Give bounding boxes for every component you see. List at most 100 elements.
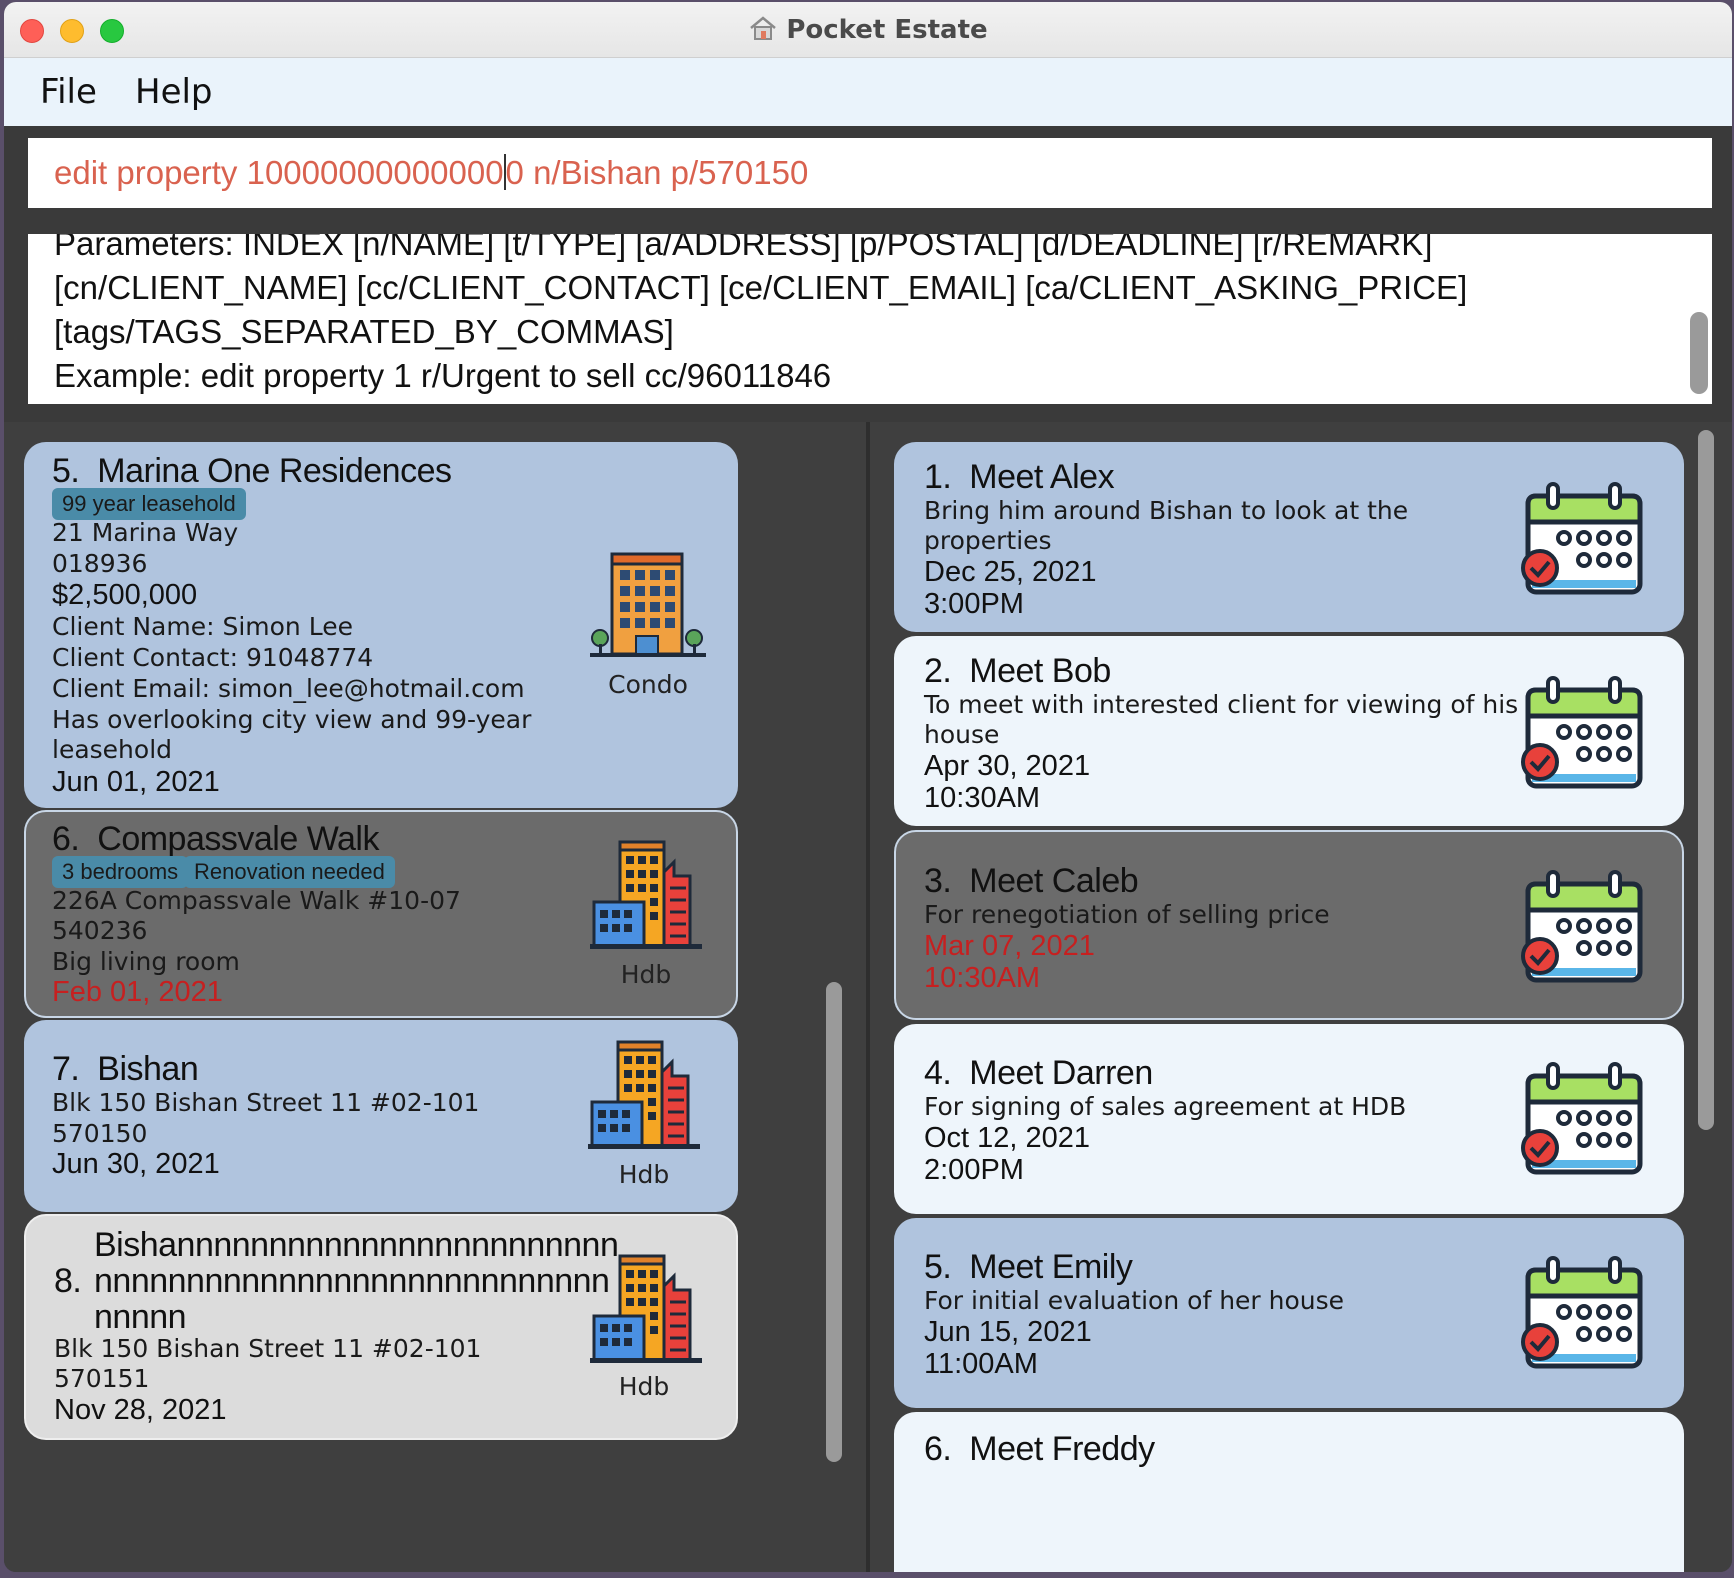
property-index: 8. [54, 1262, 82, 1300]
appointment-remark: To meet with interested client for viewi… [924, 690, 1519, 719]
window-title-text: Pocket Estate [786, 15, 988, 45]
appointment-name: Meet Freddy [969, 1430, 1155, 1468]
house-icon [750, 16, 777, 40]
property-list-panel: 5. Marina One Residences 99 year leaseho… [4, 422, 866, 1572]
appointment-date: Oct 12, 2021 [924, 1122, 1091, 1154]
appointment-card-selected[interactable]: 3. Meet Caleb For renegotiation of selli… [894, 830, 1684, 1020]
property-name: Compassvale Walk [97, 820, 379, 858]
appointment-remark: For signing of sales agreement at HDB [924, 1092, 1407, 1121]
property-name: Bishan [97, 1050, 199, 1088]
property-name: Marina One Residences [97, 452, 452, 490]
appointment-time: 2:00PM [924, 1154, 1024, 1186]
appointment-name: Meet Emily [969, 1248, 1133, 1286]
appointment-list-scrollbar[interactable] [1698, 430, 1714, 1130]
appointment-index: 6. [924, 1430, 952, 1468]
window-title: Pocket Estate [4, 15, 1732, 45]
appointment-name: Meet Darren [969, 1054, 1153, 1092]
command-text-after-caret: 0 n/Bishan p/570150 [505, 154, 809, 191]
calendar-icon [1521, 482, 1643, 595]
property-postal: 570151 [54, 1364, 150, 1393]
appointment-index: 3. [924, 862, 952, 900]
condo-building-icon [590, 552, 706, 657]
title-bar: Pocket Estate [4, 2, 1732, 58]
command-area: edit property 100000000000000 n/Bishan p… [4, 126, 1732, 216]
appointment-index: 5. [924, 1248, 952, 1286]
menu-bar: File Help [4, 58, 1732, 126]
appointment-card[interactable]: 6. Meet Freddy [894, 1412, 1684, 1572]
result-scrollbar[interactable] [1690, 312, 1708, 394]
appointment-card[interactable]: 1. Meet Alex Bring him around Bishan to … [894, 442, 1684, 632]
appointment-time-overdue: 10:30AM [924, 962, 1041, 994]
appointment-card[interactable]: 5. Meet Emily For initial evaluation of … [894, 1218, 1684, 1408]
property-card[interactable]: 8. Bishannnnnnnnnnnnnnnnnnnnnnnn nnnnnnn… [24, 1214, 738, 1440]
command-input[interactable]: edit property 100000000000000 n/Bishan p… [28, 138, 1712, 208]
property-deadline: Jun 30, 2021 [52, 1148, 220, 1180]
result-line: [tags/TAGS_SEPARATED_BY_COMMAS] [54, 313, 674, 350]
appointment-time: 10:30AM [924, 782, 1041, 814]
property-address: 226A Compassvale Walk #10-07 [52, 886, 461, 915]
hdb-building-icon [590, 1254, 702, 1363]
result-display[interactable]: Parameters: INDEX [n/NAME] [t/TYPE] [a/A… [28, 234, 1712, 404]
property-type: Hdb [618, 1372, 670, 1401]
property-deadline: Nov 28, 2021 [54, 1394, 227, 1426]
property-deadline-overdue: Feb 01, 2021 [52, 976, 223, 1008]
property-tag: 3 bedrooms [52, 856, 189, 888]
calendar-icon [1521, 1256, 1643, 1369]
property-postal: 018936 [52, 549, 148, 578]
appointment-remark: For renegotiation of selling price [924, 900, 1330, 929]
hdb-building-icon [590, 840, 702, 949]
calendar-icon [1521, 1062, 1643, 1175]
property-tag: Renovation needed [184, 856, 395, 888]
calendar-icon [1521, 676, 1643, 789]
calendar-icon [1521, 870, 1643, 983]
appointment-date: Apr 30, 2021 [924, 750, 1091, 782]
app-window: Pocket Estate File Help edit property 10… [4, 2, 1732, 1572]
result-line: Parameters: INDEX [n/NAME] [t/TYPE] [a/A… [54, 234, 1433, 262]
property-index: 6. [52, 820, 80, 858]
result-line: [cn/CLIENT_NAME] [cc/CLIENT_CONTACT] [ce… [54, 269, 1468, 306]
appointment-time: 11:00AM [924, 1348, 1038, 1380]
appointment-remark: For initial evaluation of her house [924, 1286, 1345, 1315]
property-card-selected[interactable]: 6. Compassvale Walk 3 bedrooms Renovatio… [24, 810, 738, 1018]
property-name-line: Bishannnnnnnnnnnnnnnnnnnnnnnn [94, 1226, 619, 1264]
appointment-index: 2. [924, 652, 952, 690]
menu-help[interactable]: Help [135, 72, 213, 112]
property-price: $2,500,000 [52, 579, 198, 611]
appointment-list-panel: 1. Meet Alex Bring him around Bishan to … [870, 422, 1732, 1572]
hdb-building-icon [588, 1040, 700, 1149]
appointment-remark: house [924, 720, 1000, 749]
result-line: Example: edit property 1 r/Urgent to sel… [54, 357, 832, 394]
property-address: 21 Marina Way [52, 518, 239, 547]
menu-file[interactable]: File [40, 72, 97, 112]
property-remark: Has overlooking city view and 99-year [52, 705, 532, 734]
appointment-index: 4. [924, 1054, 952, 1092]
appointment-time: 3:00PM [924, 588, 1024, 620]
property-type: Hdb [618, 1160, 670, 1189]
property-card[interactable]: 5. Marina One Residences 99 year leaseho… [24, 442, 738, 808]
appointment-remark: properties [924, 526, 1052, 555]
appointment-date: Dec 25, 2021 [924, 556, 1097, 588]
property-list-scrollbar[interactable] [826, 982, 842, 1462]
appointment-card[interactable]: 2. Meet Bob To meet with interested clie… [894, 636, 1684, 826]
property-type: Condo [608, 670, 688, 699]
property-client-name: Client Name: Simon Lee [52, 612, 353, 641]
appointment-date: Jun 15, 2021 [924, 1316, 1092, 1348]
property-remark: leasehold [52, 735, 173, 764]
appointment-name: Meet Bob [969, 652, 1111, 690]
appointment-index: 1. [924, 458, 952, 496]
property-address: Blk 150 Bishan Street 11 #02-101 [54, 1334, 482, 1363]
property-index: 5. [52, 452, 80, 490]
property-card[interactable]: 7. Bishan Blk 150 Bishan Street 11 #02-1… [24, 1020, 738, 1212]
property-client-contact: Client Contact: 91048774 [52, 643, 374, 672]
property-tag: 99 year leasehold [52, 488, 246, 520]
property-deadline: Jun 01, 2021 [52, 766, 220, 798]
property-client-email: Client Email: simon_lee@hotmail.com [52, 674, 525, 703]
property-type: Hdb [620, 960, 672, 989]
property-remark: Big living room [52, 947, 240, 976]
property-postal: 570150 [52, 1119, 148, 1148]
appointment-name: Meet Caleb [969, 862, 1139, 900]
property-address: Blk 150 Bishan Street 11 #02-101 [52, 1088, 480, 1117]
appointment-card[interactable]: 4. Meet Darren For signing of sales agre… [894, 1024, 1684, 1214]
property-name-line: nnnnnnnnnnnnnnnnnnnnnnnnnnnn [94, 1262, 610, 1300]
appointment-date-overdue: Mar 07, 2021 [924, 930, 1095, 962]
